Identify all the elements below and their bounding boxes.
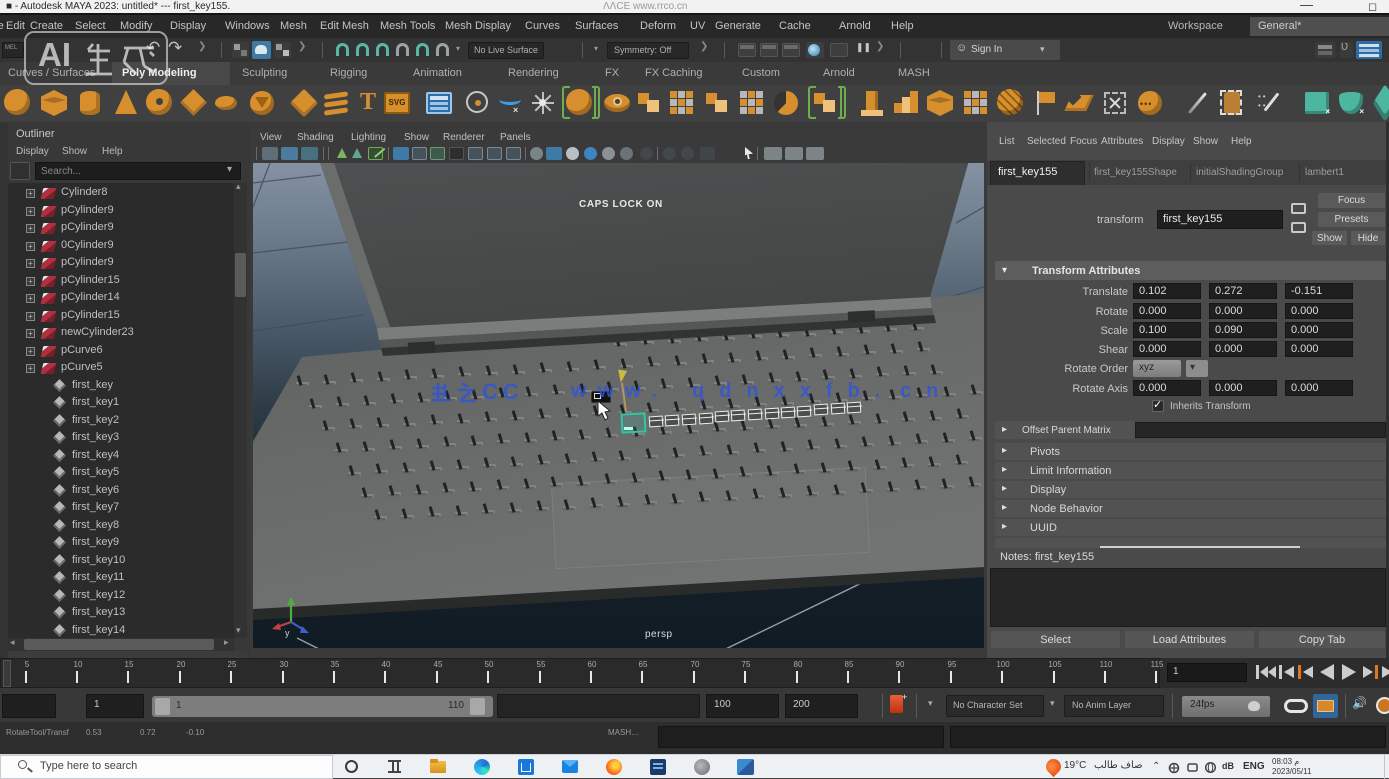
- svg-text:y: y: [285, 628, 290, 638]
